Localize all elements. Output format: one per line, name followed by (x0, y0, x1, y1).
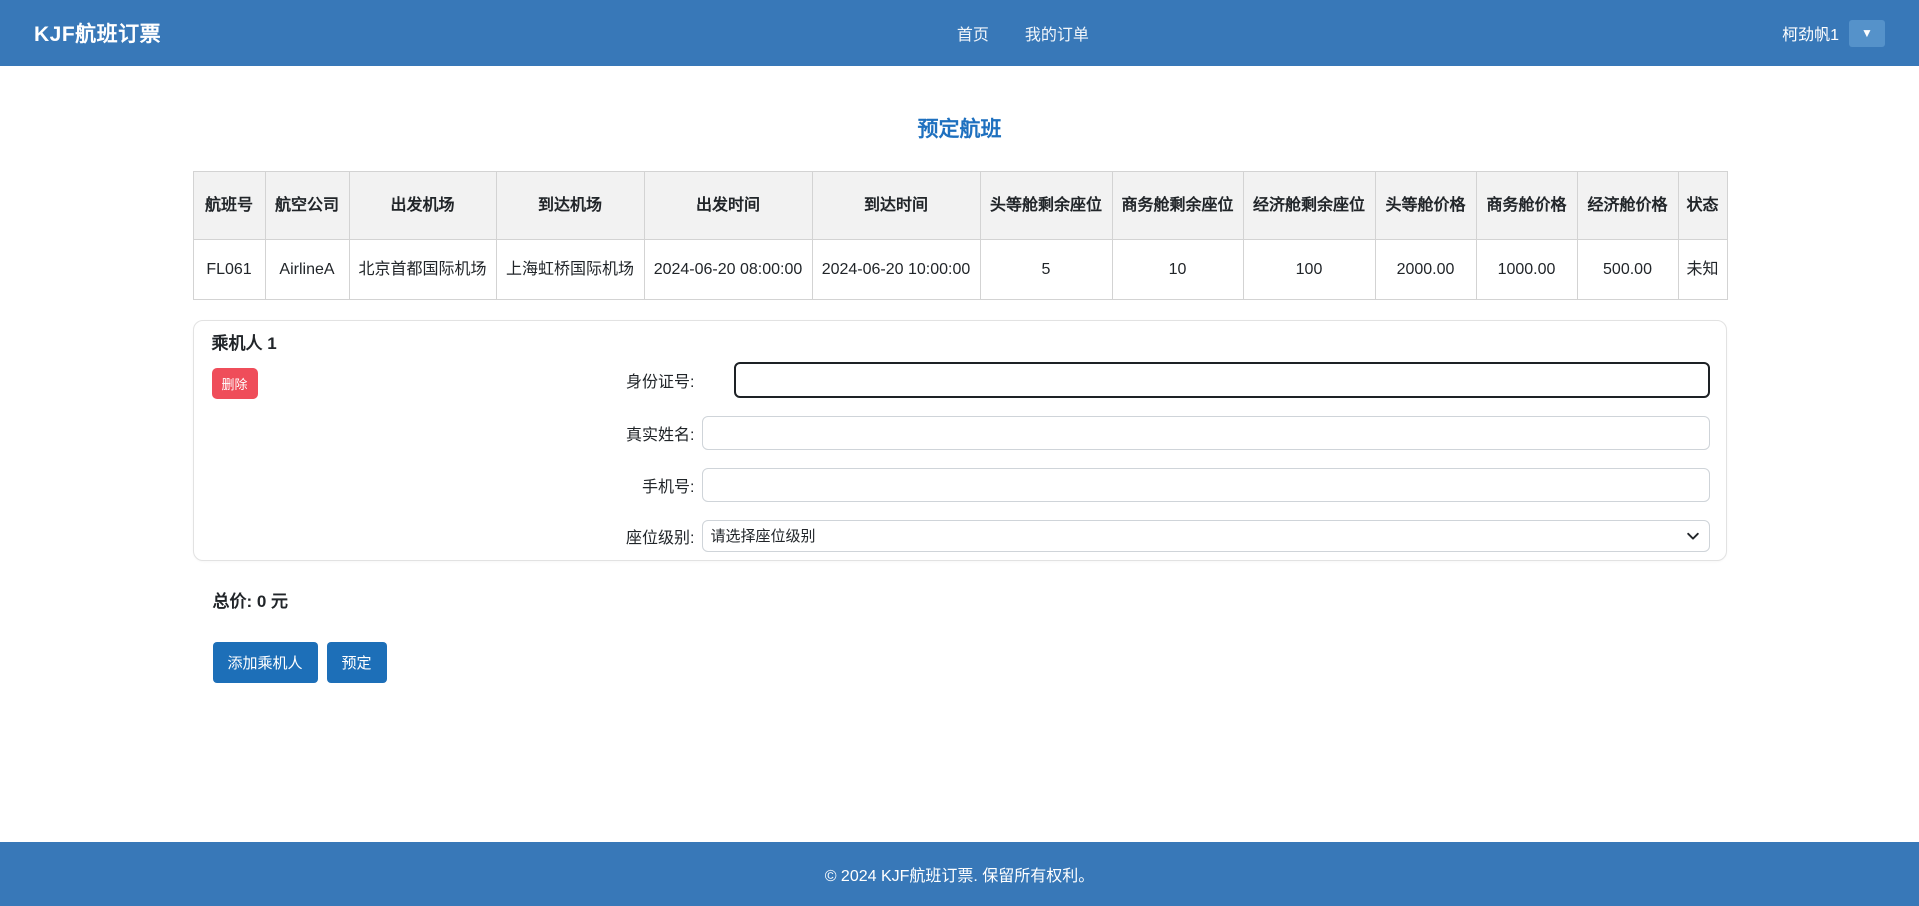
book-button[interactable]: 预定 (327, 642, 387, 683)
flight-row: FL061 AirlineA 北京首都国际机场 上海虹桥国际机场 2024-06… (193, 240, 1727, 300)
seat-class-select[interactable]: 请选择座位级别 (702, 520, 1710, 552)
header-arrival-time: 到达时间 (812, 172, 980, 240)
header-departure-time: 出发时间 (644, 172, 812, 240)
flight-table: 航班号 航空公司 出发机场 到达机场 出发时间 到达时间 头等舱剩余座位 商务舱… (193, 171, 1728, 300)
table-header-row: 航班号 航空公司 出发机场 到达机场 出发时间 到达时间 头等舱剩余座位 商务舱… (193, 172, 1727, 240)
phone-number-label: 手机号: (210, 473, 702, 497)
nav-home-link[interactable]: 首页 (957, 21, 989, 45)
header-business-class-price: 商务舱价格 (1476, 172, 1577, 240)
header-airline: 航空公司 (265, 172, 349, 240)
cell-first-class-price: 2000.00 (1375, 240, 1476, 300)
cell-business-class-price: 1000.00 (1476, 240, 1577, 300)
page-title: 预定航班 (0, 113, 1919, 143)
cell-business-class-seats: 10 (1112, 240, 1243, 300)
cell-first-class-seats: 5 (980, 240, 1112, 300)
user-dropdown-button[interactable]: ▼ (1849, 20, 1885, 47)
header-economy-class-seats: 经济舱剩余座位 (1243, 172, 1375, 240)
cell-airline: AirlineA (265, 240, 349, 300)
cell-arrival-airport: 上海虹桥国际机场 (496, 240, 644, 300)
nav-my-orders-link[interactable]: 我的订单 (1025, 21, 1089, 45)
id-number-input[interactable] (734, 362, 1710, 398)
header-arrival-airport: 到达机场 (496, 172, 644, 240)
nav-links: 首页 我的订单 (957, 21, 1089, 45)
main-content: 预定航班 航班号 航空公司 出发机场 到达机场 出发时间 到达时间 头等舱剩余座… (0, 66, 1919, 842)
total-price: 总价: 0 元 (213, 587, 1727, 612)
navbar: KJF航班订票 首页 我的订单 柯劲帆1 ▼ (0, 0, 1919, 66)
user-menu: 柯劲帆1 ▼ (1782, 20, 1885, 47)
header-first-class-price: 头等舱价格 (1375, 172, 1476, 240)
header-business-class-seats: 商务舱剩余座位 (1112, 172, 1243, 240)
header-first-class-seats: 头等舱剩余座位 (980, 172, 1112, 240)
cell-economy-class-seats: 100 (1243, 240, 1375, 300)
footer: © 2024 KJF航班订票. 保留所有权利。 (0, 842, 1919, 906)
add-passenger-button[interactable]: 添加乘机人 (213, 642, 318, 683)
username: 柯劲帆1 (1782, 21, 1839, 45)
brand-title: KJF航班订票 (34, 18, 161, 48)
cell-departure-time: 2024-06-20 08:00:00 (644, 240, 812, 300)
header-economy-class-price: 经济舱价格 (1577, 172, 1678, 240)
copyright-text: © 2024 KJF航班订票. 保留所有权利。 (825, 862, 1095, 886)
cell-arrival-time: 2024-06-20 10:00:00 (812, 240, 980, 300)
header-status: 状态 (1678, 172, 1727, 240)
header-departure-airport: 出发机场 (349, 172, 496, 240)
passenger-title: 乘机人 1 (212, 329, 1710, 354)
phone-number-input[interactable] (702, 468, 1710, 502)
cell-economy-class-price: 500.00 (1577, 240, 1678, 300)
cell-flight-number: FL061 (193, 240, 265, 300)
header-flight-number: 航班号 (193, 172, 265, 240)
cell-departure-airport: 北京首都国际机场 (349, 240, 496, 300)
cell-status: 未知 (1678, 240, 1727, 300)
real-name-label: 真实姓名: (210, 421, 702, 445)
id-number-label: 身份证号: (210, 368, 702, 392)
delete-passenger-button[interactable]: 删除 (212, 368, 258, 399)
passenger-card: 乘机人 1 删除 身份证号: 真实姓名: 手机号: 座位级别: 请选择座位级别 (193, 320, 1727, 561)
seat-class-label: 座位级别: (210, 524, 702, 548)
real-name-input[interactable] (702, 416, 1710, 450)
dropdown-arrow-icon: ▼ (1861, 26, 1873, 40)
